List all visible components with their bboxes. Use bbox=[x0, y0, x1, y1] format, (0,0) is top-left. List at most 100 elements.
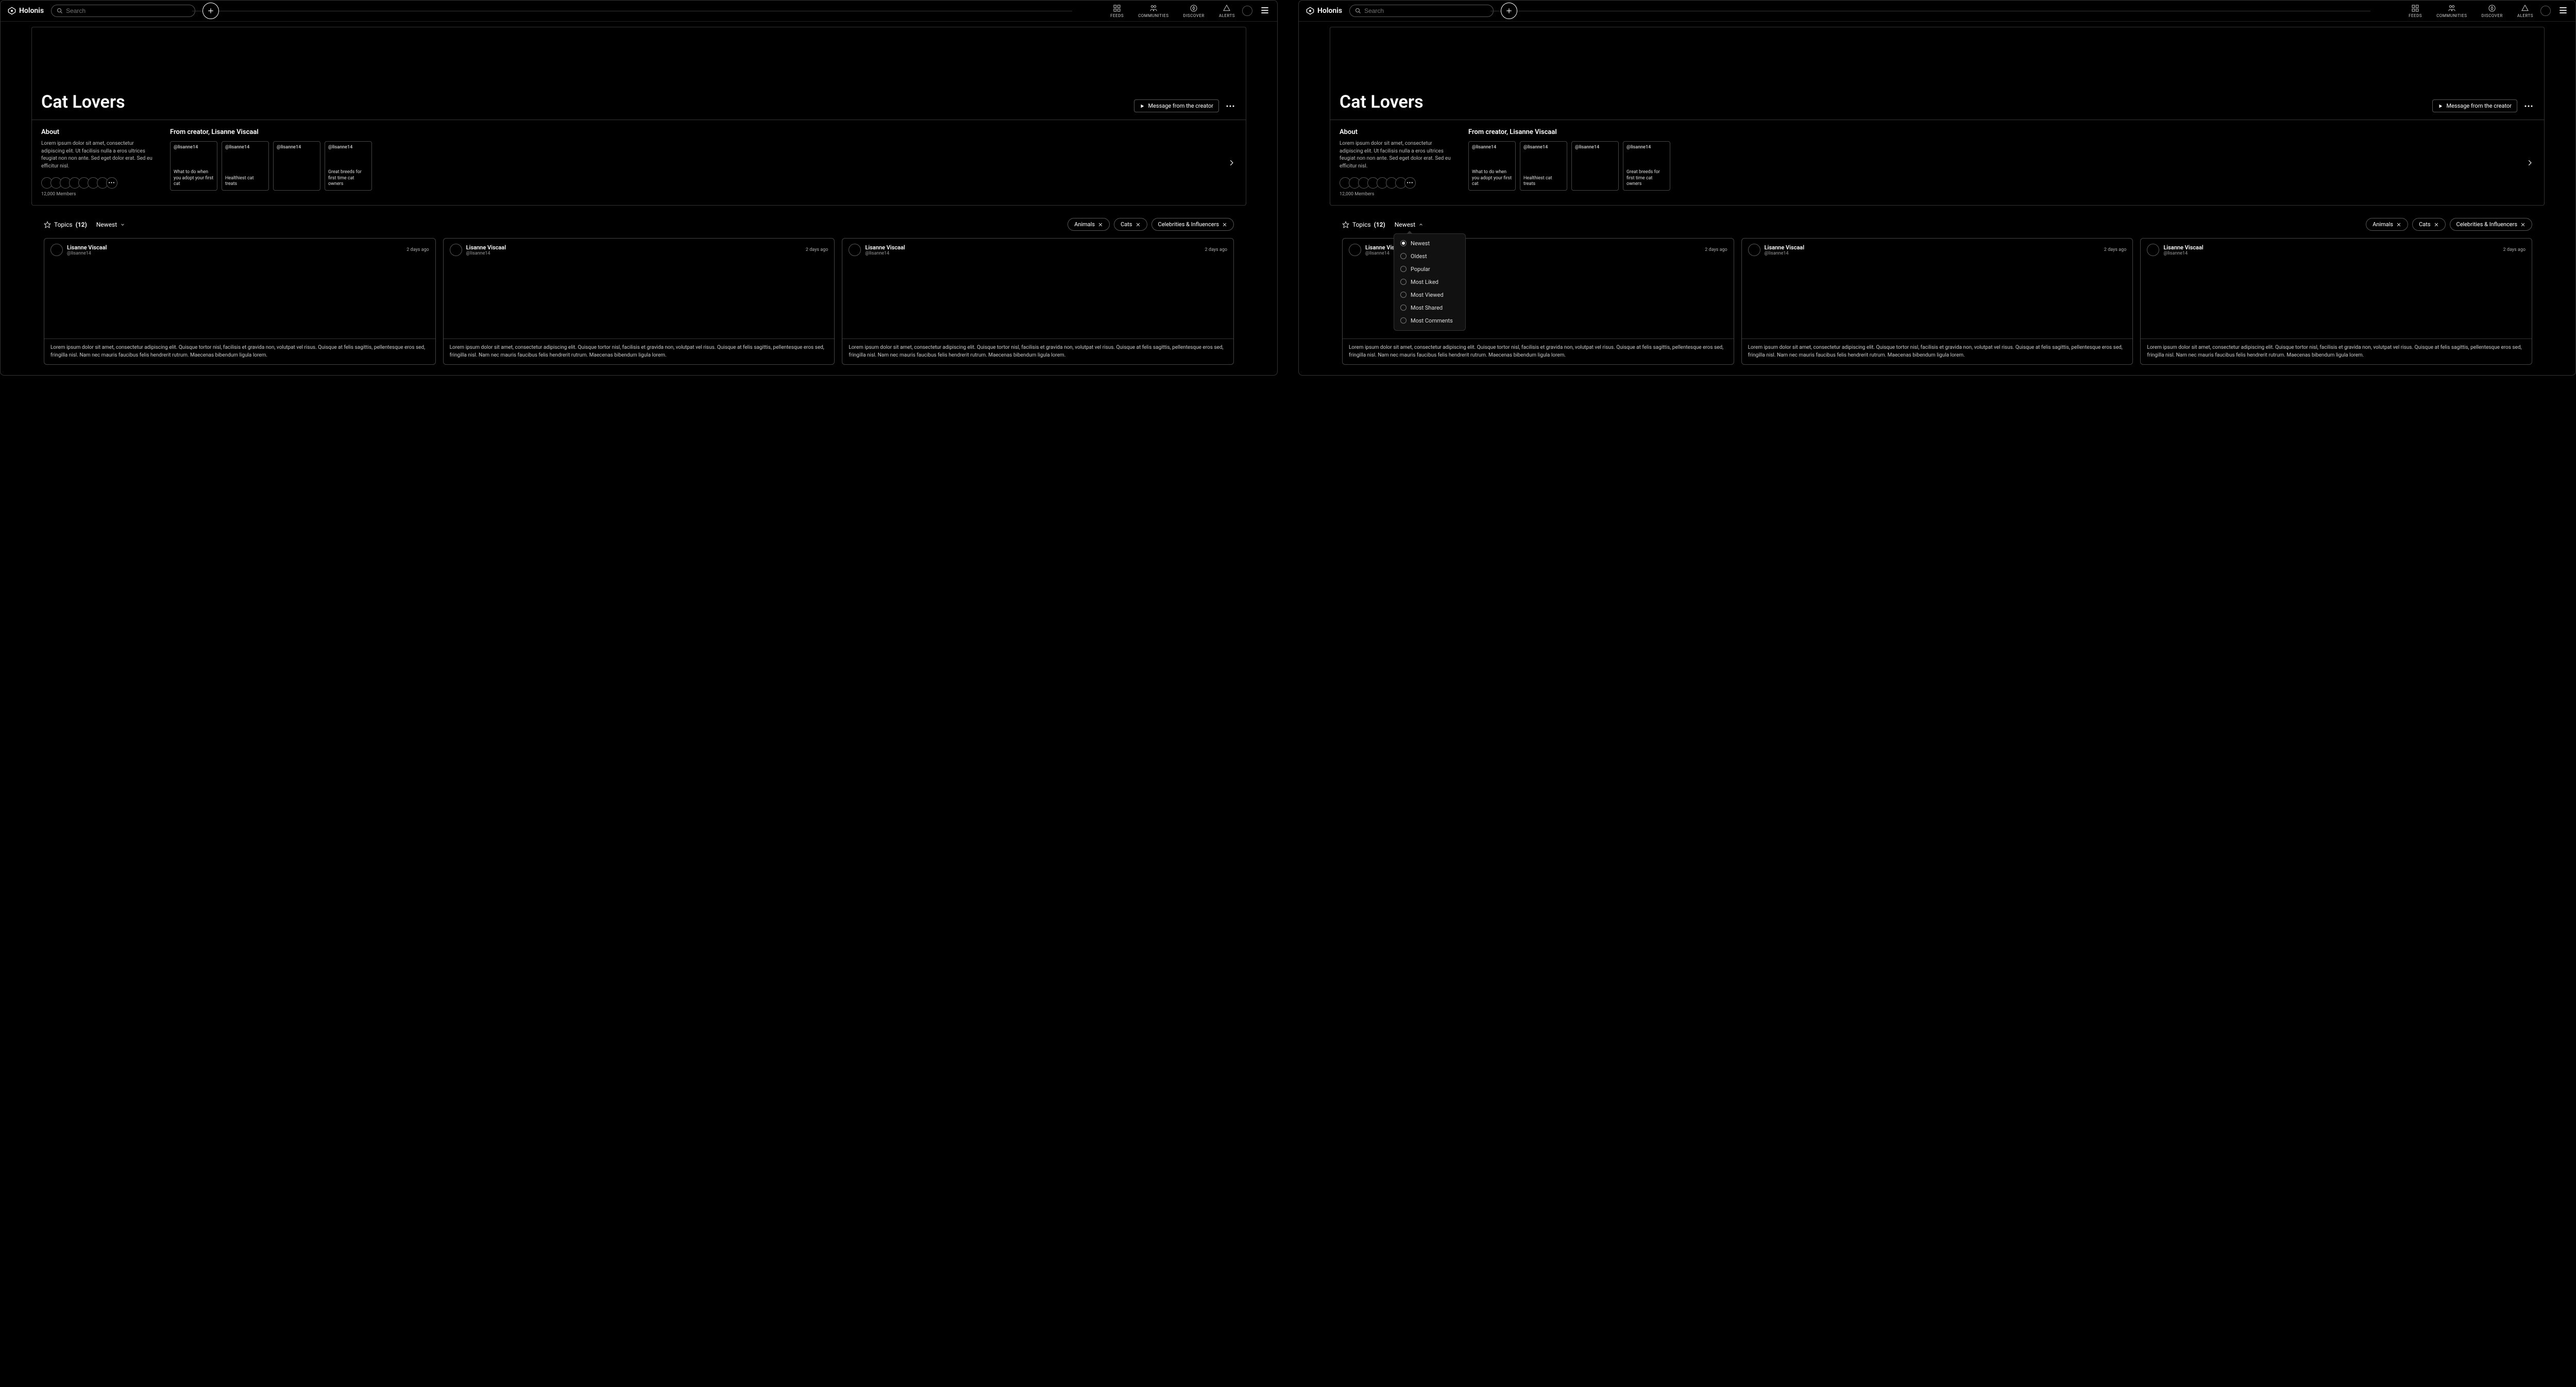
message-creator-button[interactable]: Message from the creator bbox=[2432, 99, 2517, 112]
create-button[interactable] bbox=[202, 3, 219, 19]
sort-option-newest[interactable]: Newest bbox=[1394, 237, 1465, 250]
more-options-button[interactable] bbox=[2522, 100, 2535, 112]
chevron-down-icon bbox=[120, 222, 125, 227]
post-author-name: Lisanne Viscaal bbox=[67, 244, 402, 251]
more-members-button[interactable]: ••• bbox=[1404, 177, 1416, 189]
topics-left: Topics (12) Newest bbox=[44, 221, 125, 228]
topics-count: (12) bbox=[76, 221, 87, 228]
more-options-button[interactable] bbox=[1224, 100, 1236, 112]
sort-option-most-shared[interactable]: Most Shared bbox=[1394, 301, 1465, 314]
search-input[interactable] bbox=[1364, 7, 1488, 14]
close-icon[interactable] bbox=[2434, 222, 2439, 227]
nav-discover[interactable]: DISCOVER bbox=[2481, 4, 2502, 18]
creator-card[interactable]: @lisanne14 Healthiest cat treats bbox=[222, 141, 269, 191]
sort-option-most-liked[interactable]: Most Liked bbox=[1394, 276, 1465, 289]
nav-alerts[interactable]: ALERTS bbox=[1219, 4, 1235, 18]
more-members-button[interactable]: ••• bbox=[106, 177, 117, 189]
members-avatars[interactable]: ••• bbox=[1340, 177, 1453, 189]
post-header: Lisanne Viscaal @lisanne14 2 days ago bbox=[44, 239, 435, 261]
user-avatar[interactable] bbox=[1242, 6, 1252, 16]
hero-body: About Lorem ipsum dolor sit amet, consec… bbox=[1330, 120, 2544, 205]
hero-actions: Message from the creator bbox=[1134, 99, 1236, 112]
post-time: 2 days ago bbox=[806, 247, 828, 252]
nav-communities[interactable]: COMMUNITIES bbox=[1138, 4, 1168, 18]
community-title: Cat Lovers bbox=[1340, 92, 1423, 112]
close-icon[interactable] bbox=[2396, 222, 2401, 227]
post-author-avatar[interactable] bbox=[849, 244, 861, 256]
close-icon[interactable] bbox=[2520, 222, 2526, 227]
close-icon[interactable] bbox=[1136, 222, 1141, 227]
creator-card[interactable]: @lisanne14 What to do when you adopt you… bbox=[170, 141, 217, 191]
message-creator-button[interactable]: Message from the creator bbox=[1134, 99, 1219, 112]
user-avatar[interactable] bbox=[2540, 6, 2551, 16]
creator-card[interactable]: @lisanne14 bbox=[273, 141, 320, 191]
topics-word: Topics bbox=[1352, 221, 1371, 228]
post-card[interactable]: Lisanne Viscaal @lisanne14 2 days ago Lo… bbox=[1741, 238, 2133, 365]
topic-chip-cats[interactable]: Cats bbox=[2412, 218, 2445, 231]
post-author-avatar[interactable] bbox=[1748, 244, 1760, 256]
search-box[interactable] bbox=[51, 5, 195, 17]
post-card[interactable]: Lisanne Viscaal @lisanne14 2 days ago Lo… bbox=[842, 238, 1234, 365]
post-author-name: Lisanne Viscaal bbox=[2163, 244, 2499, 251]
nav-communities[interactable]: COMMUNITIES bbox=[2436, 4, 2467, 18]
menu-icon bbox=[1260, 5, 1270, 15]
creator-card-handle: @lisanne14 bbox=[174, 145, 214, 150]
creator-card-handle: @lisanne14 bbox=[1523, 145, 1564, 150]
brand-logo[interactable]: Holonis bbox=[8, 7, 44, 15]
post-card[interactable]: Lisanne Viscaal @lisanne14 2 days ago Lo… bbox=[2140, 238, 2532, 365]
nav-feeds[interactable]: FEEDS bbox=[2409, 4, 2422, 18]
post-author-meta: Lisanne Viscaal @lisanne14 bbox=[466, 244, 802, 256]
nav-discover-label: DISCOVER bbox=[1183, 13, 1204, 18]
brand-logo[interactable]: Holonis bbox=[1306, 7, 1342, 15]
creator-card[interactable]: @lisanne14 bbox=[1571, 141, 1619, 191]
creator-card-caption: Healthiest cat treats bbox=[1523, 176, 1564, 188]
close-icon[interactable] bbox=[1098, 222, 1103, 227]
topic-chip-animals[interactable]: Animals bbox=[1067, 218, 1110, 231]
topics-label[interactable]: Topics (12) bbox=[1342, 221, 1385, 228]
post-author-avatar[interactable] bbox=[50, 244, 63, 256]
sort-option-popular[interactable]: Popular bbox=[1394, 263, 1465, 276]
hamburger-menu[interactable] bbox=[2558, 5, 2568, 17]
search-input[interactable] bbox=[66, 7, 190, 14]
hamburger-menu[interactable] bbox=[1260, 5, 1270, 17]
hero-actions: Message from the creator bbox=[2432, 99, 2535, 112]
feeds-icon bbox=[2411, 4, 2419, 12]
creator-next-button[interactable] bbox=[1224, 156, 1239, 170]
sort-button[interactable]: Newest bbox=[1395, 221, 1423, 228]
post-author-avatar[interactable] bbox=[450, 244, 462, 256]
topics-left: Topics (12) Newest Newest Oldest Popular… bbox=[1342, 221, 1423, 228]
nav-feeds[interactable]: FEEDS bbox=[1110, 4, 1124, 18]
nav-discover[interactable]: DISCOVER bbox=[1183, 4, 1204, 18]
members-avatars[interactable]: ••• bbox=[41, 177, 155, 189]
chip-label: Celebrities & Influencers bbox=[1158, 221, 1219, 228]
topics-label[interactable]: Topics (12) bbox=[44, 221, 87, 228]
search-box[interactable] bbox=[1349, 5, 1494, 17]
creator-card[interactable]: @lisanne14 What to do when you adopt you… bbox=[1468, 141, 1516, 191]
create-button[interactable] bbox=[1501, 3, 1517, 19]
topic-chip-celebrities[interactable]: Celebrities & Influencers bbox=[2450, 218, 2532, 231]
post-card[interactable]: Lisanne Viscaal @lisanne14 2 days ago Lo… bbox=[443, 238, 835, 365]
creator-next-button[interactable] bbox=[2522, 156, 2537, 170]
sort-option-oldest[interactable]: Oldest bbox=[1394, 250, 1465, 263]
sort-option-most-viewed[interactable]: Most Viewed bbox=[1394, 289, 1465, 301]
play-icon bbox=[1140, 104, 1145, 109]
plus-icon bbox=[207, 7, 214, 14]
topic-chip-celebrities[interactable]: Celebrities & Influencers bbox=[1151, 218, 1234, 231]
creator-card[interactable]: @lisanne14 Great breeds for first time c… bbox=[325, 141, 372, 191]
creator-card[interactable]: @lisanne14 Great breeds for first time c… bbox=[1623, 141, 1670, 191]
post-author-avatar[interactable] bbox=[2147, 244, 2159, 256]
sort-option-most-comments[interactable]: Most Comments bbox=[1394, 314, 1465, 327]
topic-chip-animals[interactable]: Animals bbox=[2366, 218, 2408, 231]
sort-button[interactable]: Newest bbox=[96, 221, 125, 228]
about-heading: About bbox=[41, 128, 155, 136]
post-author-avatar[interactable] bbox=[1349, 244, 1361, 256]
alerts-icon bbox=[1223, 4, 1231, 12]
post-card[interactable]: Lisanne Viscaal @lisanne14 2 days ago Lo… bbox=[44, 238, 436, 365]
chip-label: Cats bbox=[2419, 221, 2430, 228]
topic-chip-cats[interactable]: Cats bbox=[1114, 218, 1147, 231]
close-icon[interactable] bbox=[1222, 222, 1227, 227]
nav-alerts[interactable]: ALERTS bbox=[2517, 4, 2533, 18]
creator-card-handle: @lisanne14 bbox=[1626, 145, 1667, 150]
creator-card[interactable]: @lisanne14 Healthiest cat treats bbox=[1520, 141, 1567, 191]
sort-label: Newest bbox=[1395, 221, 1415, 228]
